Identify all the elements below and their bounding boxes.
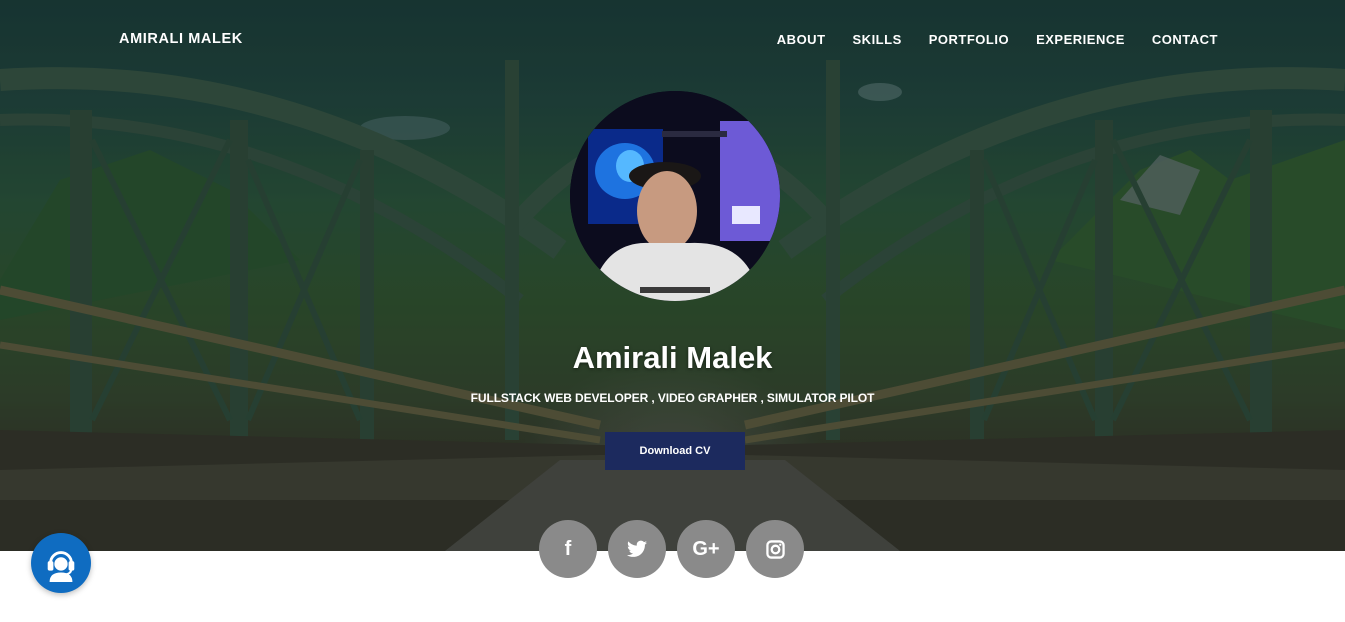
nav-portfolio[interactable]: PORTFOLIO: [929, 32, 1009, 47]
download-cv-button[interactable]: Download CV: [605, 432, 745, 470]
nav-skills[interactable]: SKILLS: [853, 32, 902, 47]
hero-name: Amirali Malek: [572, 340, 773, 375]
googleplus-icon: G+: [692, 537, 720, 560]
instagram-icon: [765, 539, 785, 559]
nav-contact[interactable]: CONTACT: [1152, 32, 1218, 47]
twitter-icon: [627, 540, 647, 557]
nav-about[interactable]: ABOUT: [777, 32, 826, 47]
headset-support-icon: [47, 551, 75, 582]
social-links: f G+: [539, 520, 804, 578]
googleplus-link[interactable]: G+: [677, 520, 735, 578]
main-nav: ABOUT SKILLS PORTFOLIO EXPERIENCE CONTAC…: [777, 32, 1218, 47]
nav-experience[interactable]: EXPERIENCE: [1036, 32, 1125, 47]
facebook-link[interactable]: f: [539, 520, 597, 578]
hero-subtitle: FULLSTACK WEB DEVELOPER , VIDEO GRAPHER …: [470, 391, 875, 405]
support-chat-button[interactable]: [31, 533, 91, 593]
facebook-icon: f: [564, 537, 572, 560]
twitter-link[interactable]: [608, 520, 666, 578]
instagram-link[interactable]: [746, 520, 804, 578]
brand-logo[interactable]: AMIRALI MALEK: [119, 31, 243, 47]
profile-avatar: [570, 91, 780, 301]
